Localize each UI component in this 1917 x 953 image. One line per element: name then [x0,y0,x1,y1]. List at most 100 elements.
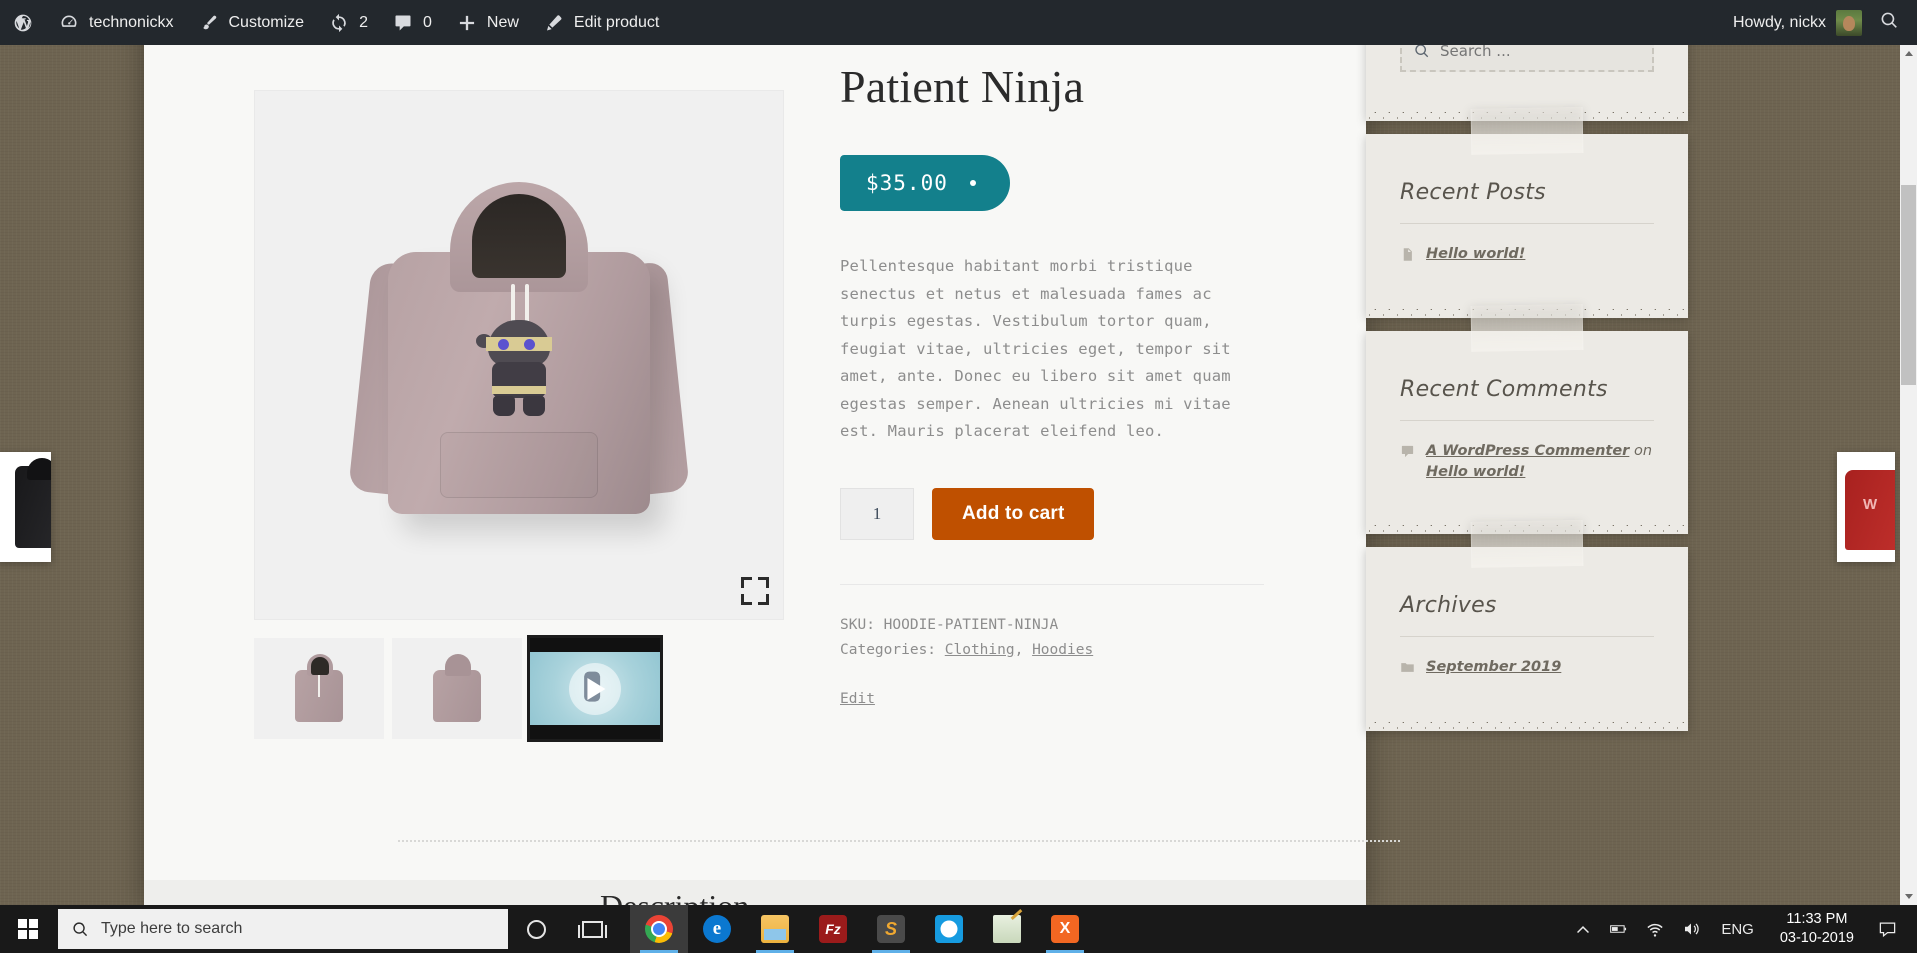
category-link-hoodies[interactable]: Hoodies [1032,642,1093,658]
wordpress-logo-menu[interactable] [0,0,46,45]
sublime-text-icon: S [877,915,905,943]
product-summary: Patient Ninja $35.00 Pellentesque habita… [840,60,1264,712]
product-meta: SKU: HOODIE-PATIENT-NINJA Categories: Cl… [840,583,1264,712]
customize-menu[interactable]: Customize [186,0,317,45]
clock-date: 03-10-2019 [1779,930,1854,946]
edit-product-label: Edit product [573,14,660,31]
new-content-menu[interactable]: New [444,0,531,45]
windows-taskbar: Type here to search e Fz S X ENG 11:33 P… [0,905,1917,953]
taskbar-app-paint[interactable] [978,905,1036,953]
taskbar-app-whatsapp[interactable] [920,905,978,953]
ninja-graphic [476,320,558,416]
widget-archives: Archives September 2019 [1366,520,1688,731]
wifi-icon [1647,923,1663,937]
language-indicator[interactable]: ENG [1709,921,1766,938]
paintbrush-icon [198,12,220,34]
scrollbar-down-arrow[interactable] [1900,888,1917,905]
volume-status[interactable] [1673,905,1709,953]
add-to-cart-button[interactable]: Add to cart [932,487,1095,540]
comments-menu[interactable]: 0 [380,0,444,45]
edit-product-link[interactable]: Edit [840,687,875,712]
archive-link[interactable]: September 2019 [1426,659,1561,675]
admin-bar-search-button[interactable] [1872,11,1917,35]
quantity-input[interactable] [840,487,914,540]
list-item-text: Hello world! [1426,244,1525,265]
list-item: A WordPress Commenter on Hello world! [1400,441,1654,483]
taskbar-app-google-chrome[interactable] [630,905,688,953]
updates-icon [328,12,350,34]
search-icon [1881,12,1897,28]
thumbnail-video[interactable] [527,635,663,742]
product-main-image[interactable] [254,90,784,620]
cortana-button[interactable] [508,905,564,953]
sku-label: SKU: [840,616,875,633]
chrome-icon [645,915,673,943]
site-name-menu[interactable]: technonickx [46,0,186,45]
xampp-icon: X [1051,915,1079,943]
pencil-icon [543,12,565,34]
product-title: Patient Ninja [840,61,1085,112]
comment-author-link[interactable]: A WordPress Commenter [1426,443,1629,459]
product-gallery [254,90,784,742]
recent-post-link[interactable]: Hello world! [1426,246,1525,262]
whatsapp-icon [935,915,963,943]
comment-post-link[interactable]: Hello world! [1426,464,1525,480]
search-icon [1415,44,1429,58]
sidebar: Recent Posts Hello world! Recent Comment… [1366,0,1688,744]
wordpress-logo-icon [12,12,34,34]
categories-row: Categories: Clothing, Hoodies [840,638,1264,663]
product-price: $35.00 [840,155,1010,211]
price-amount: $35.00 [866,171,948,195]
taskbar-app-buttons: e Fz S X [630,905,1094,953]
expand-fullscreen-icon[interactable] [741,577,769,605]
taskbar-app-sublime-text[interactable]: S [862,905,920,953]
section-divider [398,840,1400,842]
taskbar-app-file-explorer[interactable] [746,905,804,953]
document-icon [1400,247,1415,267]
list-item-text: September 2019 [1426,657,1561,678]
edit-product-menu[interactable]: Edit product [531,0,671,45]
clock[interactable]: 11:33 PM 03-10-2019 [1766,910,1868,948]
comment-icon [1400,444,1415,464]
previous-product-thumbnail[interactable] [0,452,51,562]
taskbar-app-filezilla[interactable]: Fz [804,905,862,953]
task-view-button[interactable] [564,905,620,953]
taskbar-app-microsoft-edge[interactable]: e [688,905,746,953]
battery-status[interactable] [1601,905,1637,953]
widget-recent-posts: Recent Posts Hello world! [1366,107,1688,318]
updates-menu[interactable]: 2 [316,0,380,45]
wordpress-admin-bar: technonickx Customize 2 0 New Edit produ… [0,0,1917,45]
wifi-status[interactable] [1637,905,1673,953]
file-explorer-icon [761,915,789,943]
browser-scrollbar[interactable] [1900,45,1917,905]
tape-graphic [1470,304,1584,352]
category-link-clothing[interactable]: Clothing [945,642,1015,658]
taskbar-search-box[interactable]: Type here to search [58,909,508,949]
category-separator: , [1014,641,1024,658]
notification-center-button[interactable] [1868,905,1911,953]
list-item-text: A WordPress Commenter on Hello world! [1426,441,1654,483]
next-product-thumbnail[interactable]: W [1837,452,1895,562]
start-button[interactable] [0,905,56,953]
scrollbar-up-arrow[interactable] [1900,45,1917,62]
taskbar-app-xampp[interactable]: X [1036,905,1094,953]
add-to-cart-form: Add to cart [840,487,1264,540]
scrollbar-thumb[interactable] [1901,185,1916,385]
speaker-icon [1685,923,1700,935]
tray-expand-button[interactable] [1565,905,1601,953]
comments-count: 0 [422,14,432,31]
widget-divider [1400,636,1654,637]
avatar [1836,9,1862,36]
chevron-up-icon [1577,926,1590,934]
page-content-sheet: Patient Ninja $35.00 Pellentesque habita… [144,0,1400,908]
widget-title: Recent Posts [1400,180,1546,205]
new-label: New [486,14,519,31]
paint-icon [993,915,1021,943]
thumbnail-back[interactable] [392,638,522,739]
howdy-user-menu[interactable]: Howdy, nickx [1723,9,1872,36]
widget-divider [1400,420,1654,421]
battery-icon [1610,925,1627,933]
howdy-label: Howdy, nickx [1732,13,1826,31]
thumbnail-front[interactable] [254,638,384,739]
customize-label: Customize [228,14,305,31]
